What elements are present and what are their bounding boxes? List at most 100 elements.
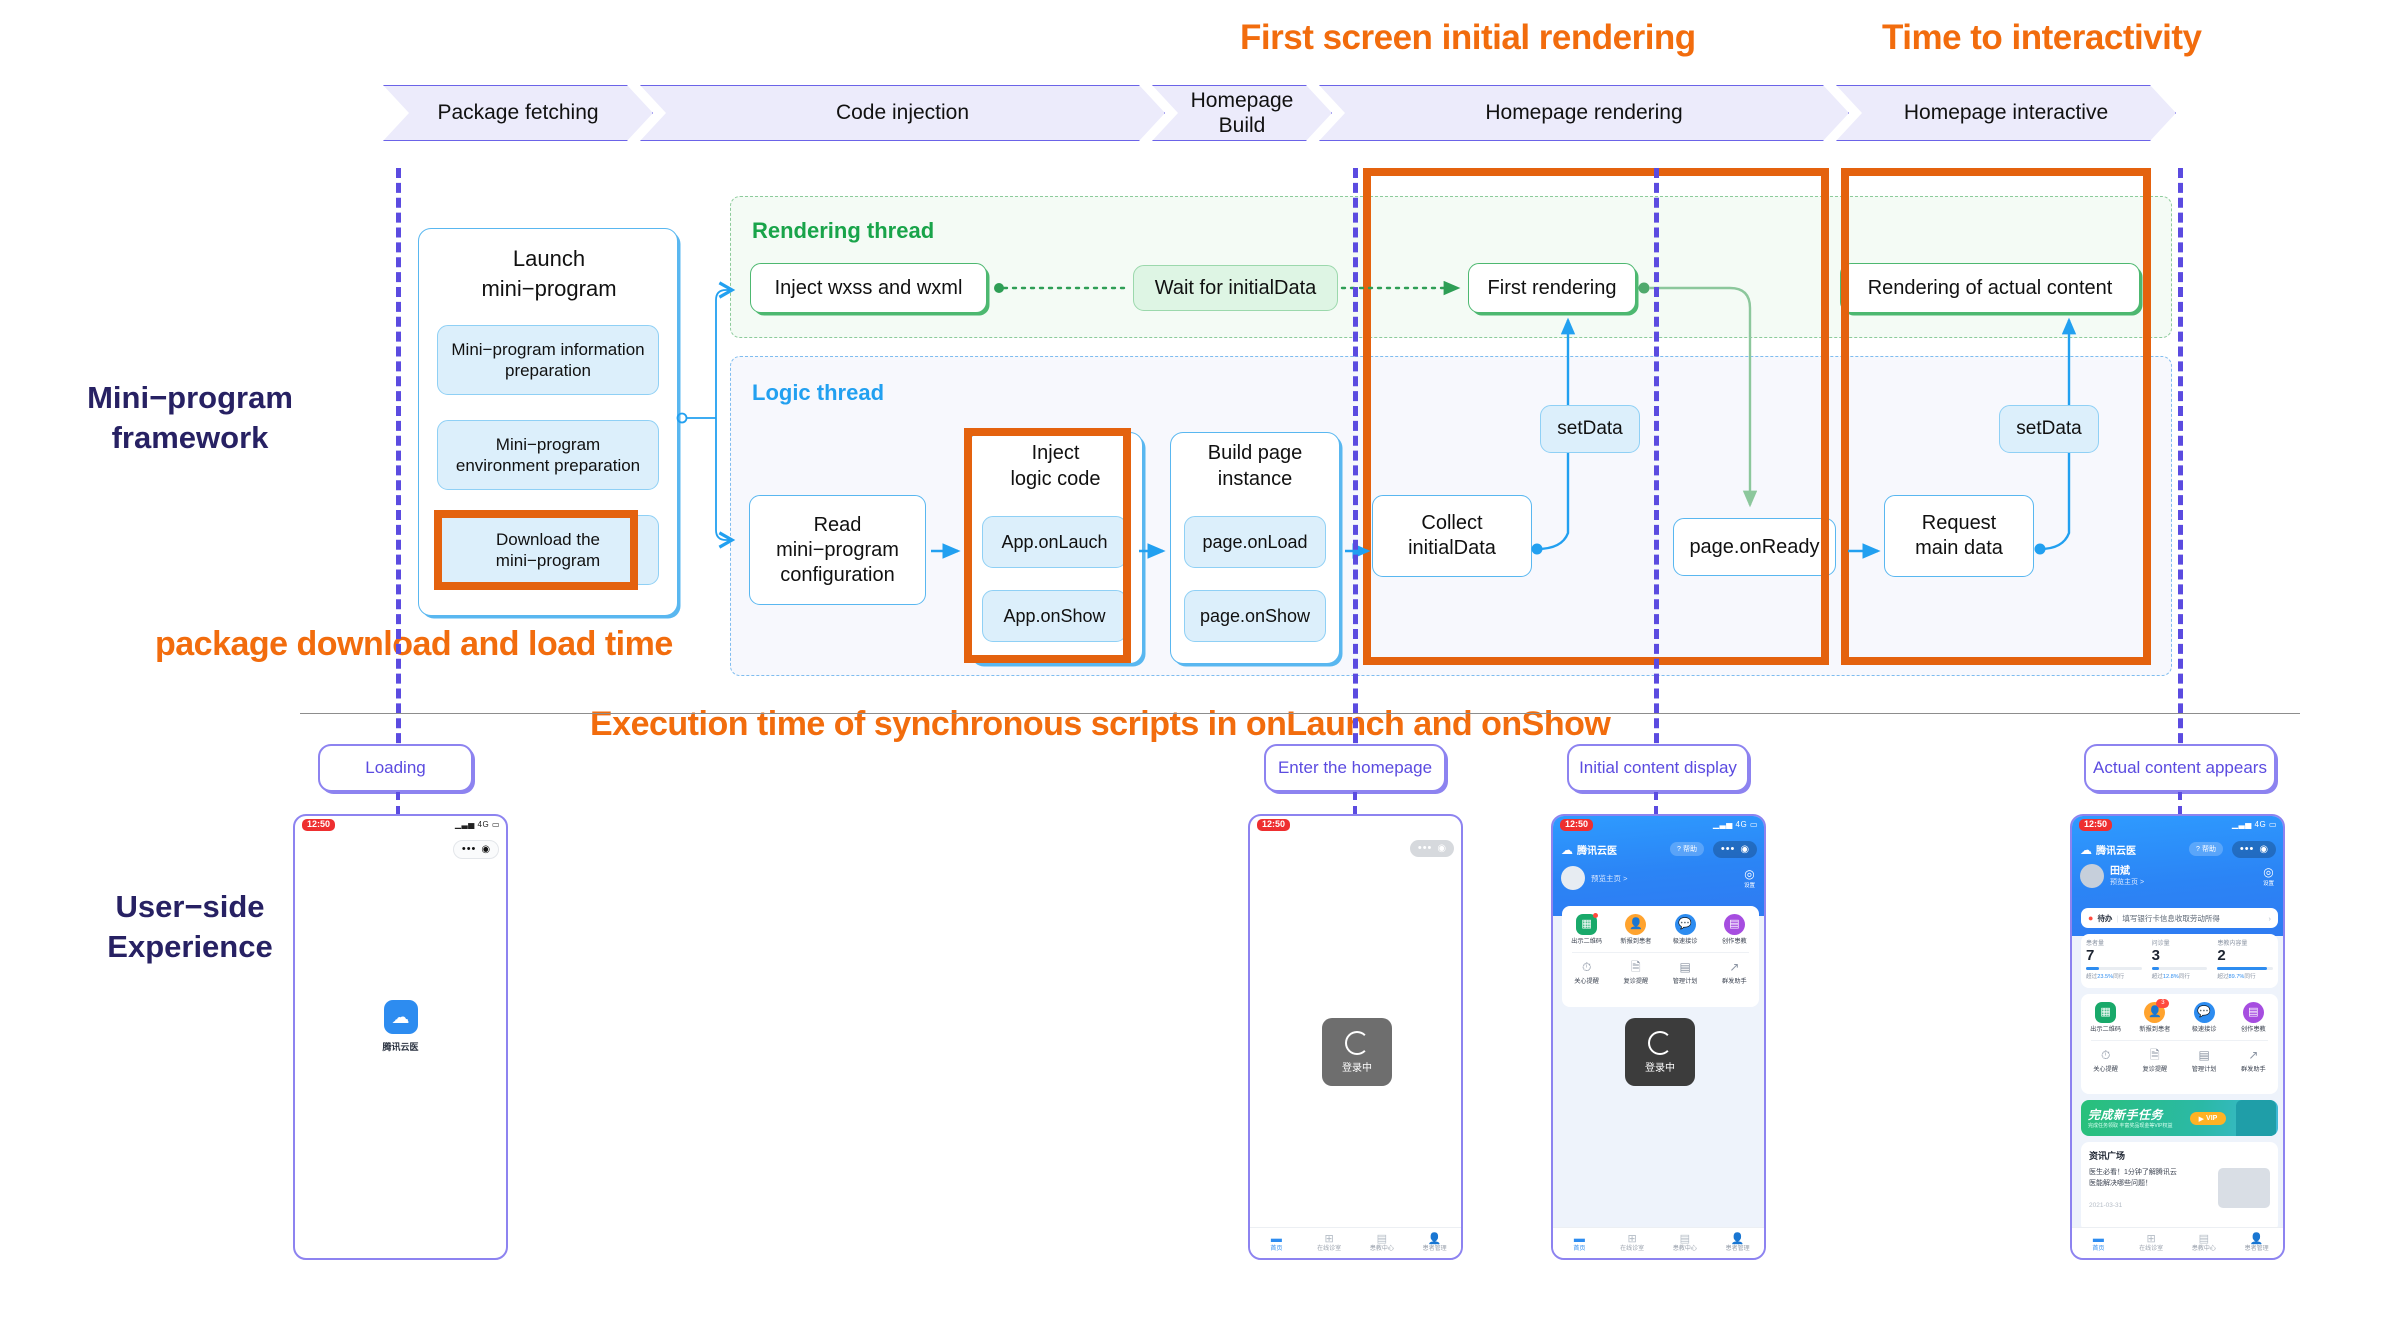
app-revisit-reminder[interactable]: 🗎 复诊提醒 [1611,959,1660,986]
phone4-capsule[interactable]: ••• ◉ [2232,841,2276,858]
app-create-education[interactable]: ▤ 创作患教 [2229,1002,2278,1034]
time-marker-4 [2178,168,2183,758]
tab-online-clinic[interactable]: ⊞ 在线诊室 [2125,1233,2178,1254]
chevron-right-icon: › [2268,913,2272,923]
node-collect-initialdata[interactable]: Collect initialData [1372,495,1532,577]
timeline-stage-code-injection[interactable]: Code injection [640,85,1165,141]
tab-online-clinic[interactable]: ⊞ 在线诊室 [1606,1233,1659,1254]
tab-patient-management[interactable]: 👤 患者管理 [1711,1233,1764,1254]
app-name: 腾讯云医 [382,1042,419,1052]
stat-consults[interactable]: 问诊量 3 超过12.8%同行 [2147,934,2213,988]
list-icon: ▤ [2242,1002,2264,1023]
status-time: 12:50 [302,819,336,831]
settings-label: 设置 [1743,883,1755,889]
node-page-onready[interactable]: page.onReady [1673,518,1836,576]
more-icon[interactable]: ••• [2240,844,2255,855]
phone2-capsule[interactable]: ••• ◉ [1410,840,1454,857]
app-fast-consult[interactable]: 💬 极速接诊 [2180,1002,2229,1034]
phone3-capsule[interactable]: ••• ◉ [1713,841,1757,858]
user-name: 田斌 [2110,865,2130,877]
timeline-stage-homepage-rendering[interactable]: Homepage rendering [1319,85,1849,141]
tab-patient-management[interactable]: 👤 患者管理 [2230,1233,2283,1254]
phone3-profile-row[interactable]: 预览主页 > [1561,866,1627,890]
phone-actual-content: 12:50 ▁▃▅ 4G ▭ ☁ 腾讯云医 ? 帮助 ••• ◉ 田斌 预览主页 … [2070,814,2285,1260]
phone-loading: 12:50 ▁▃▅ 4G ▭ ••• ◉ ☁ 腾讯云医 [293,814,508,1260]
app-manage-plan[interactable]: ▤ 管理计划 [2180,1047,2229,1074]
news-thumbnail [2218,1168,2270,1208]
app-group-assistant[interactable]: ↗ 群发助手 [2229,1047,2278,1074]
node-app-onshow[interactable]: App.onShow [982,590,1127,642]
node-first-rendering[interactable]: First rendering [1468,263,1636,313]
preview-home-link[interactable]: 预览主页 > [2110,878,2144,887]
phone4-tabbar[interactable]: ▬ 首页 ⊞ 在线诊室 ▤ 患教中心 👤 患者管理 [2072,1227,2283,1258]
tab-online-clinic[interactable]: ⊞ 在线诊室 [1303,1233,1356,1254]
step-download-the-mini-program[interactable]: Download the mini−program [437,515,659,585]
node-inject-wxss-and-wxml[interactable]: Inject wxss and wxml [750,263,987,313]
tab-education-center[interactable]: ▤ 患教中心 [1356,1233,1409,1254]
app-group-assistant[interactable]: ↗ 群发助手 [1710,959,1759,986]
app-care-reminder[interactable]: ⏱ 关心提醒 [1562,959,1611,986]
phone4-help-chip[interactable]: ? 帮助 [2189,842,2223,856]
phone2-tabbar[interactable]: ▬ 首页 ⊞ 在线诊室 ▤ 患教中心 👤 患者管理 [1250,1227,1461,1258]
callout-enter-the-homepage[interactable]: Enter the homepage [1264,744,1446,792]
phone4-banner[interactable]: 完成新手任务 完成任务领取 丰富奖品现金等VIP权益 ▶ VIP [2081,1100,2278,1136]
cloud-logo-icon: ☁ [1561,842,1573,857]
stat-education[interactable]: 患教内容量 2 超过89.7%同行 [2212,934,2278,988]
step-mini-program-information-preparation[interactable]: Mini−program information preparation [437,325,659,395]
tab-home[interactable]: ▬ 首页 [2072,1233,2125,1254]
tab-patient-management[interactable]: 👤 患者管理 [1408,1233,1461,1254]
target-icon[interactable]: ◉ [1740,844,1749,855]
user-add-icon: 👤 [1625,914,1647,935]
phone4-profile-row[interactable]: 田斌 预览主页 > [2080,864,2144,888]
target-icon[interactable]: ◉ [2259,844,2268,855]
more-icon[interactable]: ••• [1721,844,1736,855]
node-setdata-second[interactable]: setData [1999,405,2099,453]
callout-actual-content-appears[interactable]: Actual content appears [2084,744,2276,792]
node-read-mini-program-configuration[interactable]: Read mini−program configuration [749,495,926,605]
phone3-apps-card: ▦ 出示二维码 👤 新报到患者 💬 极速接诊 ▤ 创作患教 ⏱ 关心提醒 🗎 复诊提醒 ▤ 管… [1562,906,1759,1007]
phone3-help-chip[interactable]: ? 帮助 [1670,842,1704,856]
app-create-education[interactable]: ▤ 创作患教 [1710,914,1759,946]
node-app-onlauch[interactable]: App.onLauch [982,516,1127,568]
target-icon[interactable]: ◉ [1437,843,1446,854]
timeline-stage-homepage-interactive[interactable]: Homepage interactive [1836,85,2176,141]
phone4-todo-bar[interactable]: ● 待办 | 填写银行卡信息收取劳动所得 › [2081,908,2278,928]
app-fast-consult[interactable]: 💬 极速接诊 [1661,914,1710,946]
timeline-stage-homepage-build[interactable]: Homepage Build [1152,85,1332,141]
callout-label: Actual content appears [2093,758,2267,777]
app-qr[interactable]: ▦ 出示二维码 [2081,1002,2130,1034]
timeline-stage-package-fetching[interactable]: Package fetching [383,85,653,141]
more-icon[interactable]: ••• [462,844,477,855]
app-revisit-reminder[interactable]: 🗎 复诊提醒 [2130,1047,2179,1074]
vip-chip[interactable]: ▶ VIP [2190,1112,2226,1125]
tab-home[interactable]: ▬ 首页 [1553,1233,1606,1254]
stat-patients[interactable]: 患者量 7 超过23.5%同行 [2081,934,2147,988]
more-icon[interactable]: ••• [1418,843,1433,854]
headline-execution-time: Execution time of synchronous scripts in… [590,705,1611,743]
phone4-settings[interactable]: ◎ 设置 [2263,866,2274,888]
app-manage-plan[interactable]: ▤ 管理计划 [1661,959,1710,986]
phone3-settings[interactable]: ◎ 设置 [1743,868,1755,890]
home-icon: ▬ [2092,1232,2104,1245]
node-wait-for-initialdata[interactable]: Wait for initialData [1133,265,1338,311]
node-page-onload[interactable]: page.onLoad [1184,516,1326,568]
node-page-onshow[interactable]: page.onShow [1184,590,1326,642]
target-icon[interactable]: ◉ [481,844,490,855]
tab-home[interactable]: ▬ 首页 [1250,1233,1303,1254]
app-qr[interactable]: ▦ 出示二维码 [1562,913,1611,946]
phone1-capsule[interactable]: ••• ◉ [453,840,499,859]
tab-education-center[interactable]: ▤ 患教中心 [1659,1233,1712,1254]
callout-initial-content-display[interactable]: Initial content display [1567,744,1749,792]
preview-home-link[interactable]: 预览主页 > [1591,873,1627,884]
node-rendering-of-actual-content[interactable]: Rendering of actual content [1840,263,2140,313]
tab-education-center[interactable]: ▤ 患教中心 [2178,1233,2231,1254]
app-new-patients[interactable]: 👤 新报到患者 [1611,914,1660,946]
node-request-main-data[interactable]: Request main data [1884,495,2034,577]
question-icon: ? [1677,845,1681,853]
step-mini-program-environment-preparation[interactable]: Mini−program environment preparation [437,420,659,490]
phone3-tabbar[interactable]: ▬ 首页 ⊞ 在线诊室 ▤ 患教中心 👤 患者管理 [1553,1227,1764,1258]
app-care-reminder[interactable]: ⏱ 关心提醒 [2081,1047,2130,1074]
node-setdata-first[interactable]: setData [1540,405,1640,453]
app-new-patients[interactable]: 👤 3 新报到患者 [2130,999,2179,1034]
callout-loading[interactable]: Loading [318,744,473,792]
